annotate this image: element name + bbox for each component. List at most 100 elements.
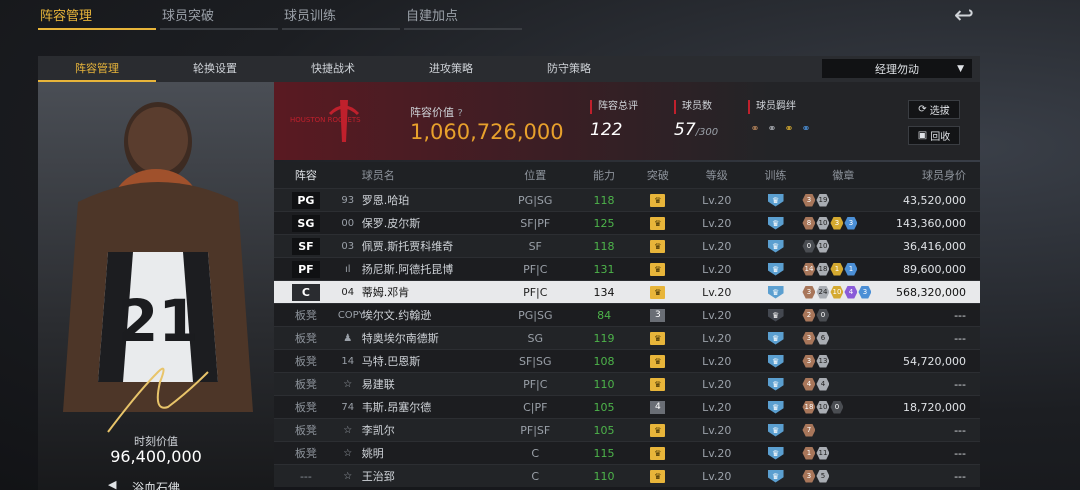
badge-cell[interactable]: 44 (800, 377, 884, 391)
breakthrough-cell[interactable]: ♛ (633, 285, 683, 299)
badge-cell[interactable]: 3 19 (800, 193, 884, 207)
table-row[interactable]: 板凳 14 马特.巴恩斯 SF|SG 108 ♛ Lv.20 ♛ 3 13 54,720,000 (274, 349, 980, 372)
player-name[interactable]: 王治郅 (358, 468, 496, 484)
badge-cell[interactable]: 1 11 (800, 446, 884, 460)
table-row[interactable]: 板凳 ☆ 李凯尔 PF|SF 105 ♛ Lv.20 ♛ 7 --- (274, 418, 980, 441)
badge-cell[interactable]: 36 (800, 331, 884, 345)
lineup-slot[interactable]: C (274, 283, 338, 301)
card-prev-arrow-icon[interactable]: ◀ (108, 478, 116, 490)
badge-cell[interactable]: 14 18 1 1 (800, 262, 884, 276)
player-name[interactable]: 蒂姆.邓肯 (358, 284, 496, 300)
lineup-slot[interactable]: --- (274, 470, 338, 483)
training-cell[interactable]: ♛ (751, 377, 801, 391)
player-card[interactable]: 21 时刻价值 96,400,000 ◀ 浴血石佛 (38, 82, 274, 490)
player-name[interactable]: 埃尔文.约翰逊 (358, 307, 496, 323)
player-name[interactable]: 韦斯.昂塞尔德 (358, 399, 496, 415)
lineup-slot[interactable]: SF (274, 237, 338, 255)
training-cell[interactable]: ♛ (751, 423, 801, 437)
badge-cell[interactable]: 3 24 10 4 3 (800, 285, 884, 299)
training-cell[interactable]: ♛ (751, 400, 801, 414)
player-name[interactable]: 马特.巴恩斯 (358, 353, 496, 369)
table-row[interactable]: 板凳 ☆ 姚明 C 115 ♛ Lv.20 ♛ 1 11 --- (274, 441, 980, 464)
subtab-offense[interactable]: 进攻策略 (392, 56, 510, 82)
manager-select[interactable]: 经理勿动 ▼ (822, 59, 972, 78)
training-cell[interactable]: ♛ (751, 285, 801, 299)
player-name[interactable]: 扬尼斯.阿德托昆博 (358, 261, 496, 277)
breakthrough-cell[interactable]: ♛ (633, 239, 683, 253)
training-cell[interactable]: ♛ (751, 216, 801, 230)
training-cell[interactable]: ♛ (751, 354, 801, 368)
lineup-slot[interactable]: SG (274, 214, 338, 232)
player-name[interactable]: 保罗.皮尔斯 (358, 215, 496, 231)
training-cell[interactable]: ♛ (751, 262, 801, 276)
tab-player-breakthrough[interactable]: 球员突破 (160, 0, 278, 30)
player-ability: 110 (593, 469, 615, 483)
table-row[interactable]: SG 00 保罗.皮尔斯 SF|PF 125 ♛ Lv.20 ♛ 8 10 3 3 143,360,00… (274, 211, 980, 234)
tab-lineup-management[interactable]: 阵容管理 (38, 0, 156, 30)
badge-cell[interactable]: 20 (800, 308, 884, 322)
subtab-quick-tactics[interactable]: 快捷战术 (274, 56, 392, 82)
table-row[interactable]: PF ıl 扬尼斯.阿德托昆博 PF|C 131 ♛ Lv.20 ♛ 14 18 1 1 89,600,… (274, 257, 980, 280)
player-name[interactable]: 罗恩.哈珀 (358, 192, 496, 208)
training-cell[interactable]: ♛ (751, 193, 801, 207)
help-icon[interactable]: ? (458, 108, 463, 119)
player-count-value: 57/300 (674, 120, 719, 140)
subtab-rotation[interactable]: 轮换设置 (156, 56, 274, 82)
breakthrough-cell[interactable]: ♛ (633, 354, 683, 368)
badge-cell[interactable]: 0 10 (800, 239, 884, 253)
lineup-slot[interactable]: 板凳 (274, 330, 338, 346)
training-cell[interactable]: ♛ (751, 469, 801, 483)
breakthrough-cell[interactable]: 4 (633, 400, 683, 414)
player-name[interactable]: 特奥埃尔南德斯 (358, 330, 496, 346)
player-name[interactable]: 李凯尔 (358, 422, 496, 438)
select-button[interactable]: ⟳ 选拔 (908, 100, 960, 119)
table-row[interactable]: 板凳 ♟ 特奥埃尔南德斯 SG 119 ♛ Lv.20 ♛ 3 6 --- (274, 326, 980, 349)
breakthrough-cell[interactable]: ♛ (633, 193, 683, 207)
player-value: --- (954, 469, 966, 483)
table-row[interactable]: 板凳 ☆ 易建联 PF|C 110 ♛ Lv.20 ♛ 4 4 --- (274, 372, 980, 395)
subtab-defense[interactable]: 防守策略 (510, 56, 628, 82)
breakthrough-cell[interactable]: ♛ (633, 446, 683, 460)
tab-custom-points[interactable]: 自建加点 (404, 0, 522, 30)
lineup-slot[interactable]: PG (274, 191, 338, 209)
table-row[interactable]: --- ☆ 王治郅 C 110 ♛ Lv.20 ♛ 3 5 --- (274, 464, 980, 487)
breakthrough-cell[interactable]: ♛ (633, 331, 683, 345)
breakthrough-cell[interactable]: ♛ (633, 423, 683, 437)
lineup-slot[interactable]: 板凳 (274, 376, 338, 392)
training-cell[interactable]: ♛ (751, 331, 801, 345)
badge-cell[interactable]: 35 (800, 469, 884, 483)
breakthrough-cell[interactable]: ♛ (633, 262, 683, 276)
table-row[interactable]: SF 03 佩贾.斯托贾科维奇 SF 118 ♛ Lv.20 ♛ 0 10 36,416,000 (274, 234, 980, 257)
player-name[interactable]: 佩贾.斯托贾科维奇 (358, 238, 496, 254)
breakthrough-cell[interactable]: 3 (633, 308, 683, 322)
chemistry-icons[interactable]: ⚭ ⚭ ⚭ ⚭ (748, 122, 813, 136)
training-cell[interactable]: ♛ (751, 308, 801, 322)
table-row[interactable]: 板凳 74 韦斯.昂塞尔德 C|PF 105 4 Lv.20 ♛ 18 10 0 18,720,000 (274, 395, 980, 418)
training-cell[interactable]: ♛ (751, 239, 801, 253)
badge-cell[interactable]: 7 (800, 423, 884, 437)
player-name[interactable]: 姚明 (358, 445, 496, 461)
badge-cell[interactable]: 8 10 3 3 (800, 216, 884, 230)
crown-icon: ♛ (650, 354, 666, 368)
lineup-slot[interactable]: 板凳 (274, 399, 338, 415)
lineup-slot[interactable]: 板凳 (274, 307, 338, 323)
player-number: 74 (341, 401, 355, 413)
lineup-slot[interactable]: 板凳 (274, 422, 338, 438)
breakthrough-cell[interactable]: ♛ (633, 216, 683, 230)
tab-player-training[interactable]: 球员训练 (282, 0, 400, 30)
breakthrough-cell[interactable]: ♛ (633, 469, 683, 483)
badge-cell[interactable]: 3 13 (800, 354, 884, 368)
back-arrow-icon[interactable]: ↩ (946, 3, 982, 27)
table-row[interactable]: 板凳 COPY 埃尔文.约翰逊 PG|SG 84 3 Lv.20 ♛ 2 0 --- (274, 303, 980, 326)
table-row[interactable]: C 04 蒂姆.邓肯 PF|C 134 ♛ Lv.20 ♛ 3 24 10 4 3 568,320,000 (274, 280, 980, 303)
lineup-slot[interactable]: PF (274, 260, 338, 278)
lineup-slot[interactable]: 板凳 (274, 445, 338, 461)
player-name[interactable]: 易建联 (358, 376, 496, 392)
breakthrough-cell[interactable]: ♛ (633, 377, 683, 391)
training-cell[interactable]: ♛ (751, 446, 801, 460)
lineup-slot[interactable]: 板凳 (274, 353, 338, 369)
badge-cell[interactable]: 18 10 0 (800, 400, 884, 414)
recycle-button[interactable]: ▣ 回收 (908, 126, 960, 145)
table-row[interactable]: PG 93 罗恩.哈珀 PG|SG 118 ♛ Lv.20 ♛ 3 19 43,520,000 (274, 188, 980, 211)
subtab-lineup[interactable]: 阵容管理 (38, 56, 156, 82)
